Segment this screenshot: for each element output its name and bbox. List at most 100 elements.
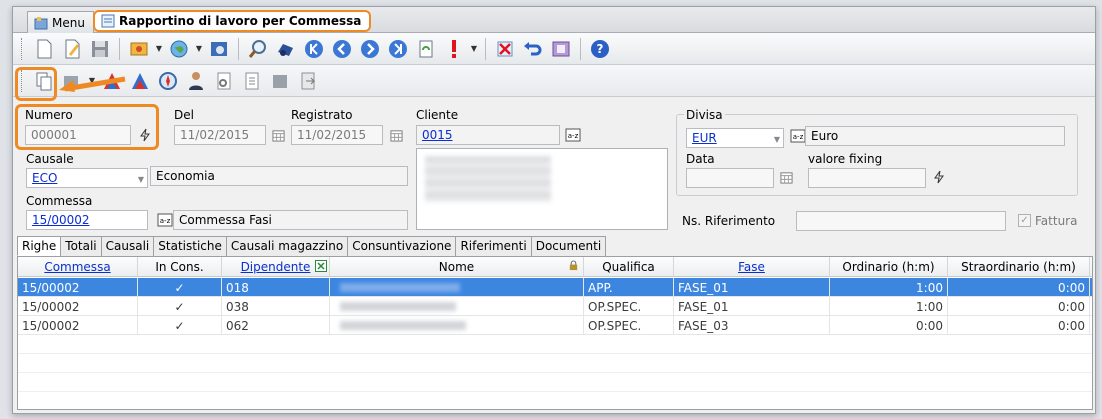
lookup-az-icon: a-z xyxy=(790,129,806,143)
toolbar-separator xyxy=(119,37,120,60)
alert-icon xyxy=(452,39,456,58)
causale-combo[interactable]: ECO ▼ xyxy=(26,168,148,188)
fattura-checkbox[interactable]: ✓ xyxy=(1018,214,1031,227)
header-form: Numero 000001 Del 11/02/2015 Registrato … xyxy=(13,104,1095,234)
compass-icon xyxy=(159,71,177,90)
refresh-button[interactable] xyxy=(414,37,438,61)
tab-totali[interactable]: Totali xyxy=(60,236,102,256)
col-incons-header[interactable]: In Cons. xyxy=(138,257,222,277)
binoculars-button[interactable] xyxy=(274,37,298,61)
col-straordinario-header[interactable]: Straordinario (h:m) xyxy=(948,257,1090,277)
cell-incons[interactable]: ✓ xyxy=(138,297,222,316)
edit-document-button[interactable] xyxy=(60,37,84,61)
nsrif-field[interactable] xyxy=(796,211,1006,231)
document-export-button[interactable] xyxy=(296,69,320,93)
first-record-button[interactable] xyxy=(302,37,326,61)
new-document-button[interactable] xyxy=(32,37,56,61)
tab-menu[interactable]: Menu xyxy=(27,11,94,33)
tab-consuntivazione[interactable]: Consuntivazione xyxy=(347,236,457,256)
previous-record-button[interactable] xyxy=(330,37,354,61)
table-row[interactable]: 15/00002 ✓ 062 OP.SPEC. FASE_03 0:00 0:0… xyxy=(18,316,1092,335)
tab-causali[interactable]: Causali xyxy=(100,236,155,256)
cell-dipendente: 038 xyxy=(222,297,330,316)
alert-button[interactable] xyxy=(442,37,466,61)
fixing-generate-button[interactable] xyxy=(929,167,949,187)
del-calendar-button[interactable] xyxy=(268,125,288,145)
data-calendar-button[interactable] xyxy=(776,167,796,187)
data-field[interactable] xyxy=(686,168,774,188)
cell-nome-redacted xyxy=(330,316,584,335)
col-commessa-header[interactable]: Commessa xyxy=(18,257,138,277)
commessa-code-field[interactable]: 15/00002 xyxy=(26,210,148,230)
chevron-down-icon[interactable]: ▼ xyxy=(774,135,780,144)
excel-icon[interactable] xyxy=(315,260,327,275)
cell-incons[interactable]: ✓ xyxy=(138,278,222,297)
table-row[interactable]: 15/00002 ✓ 038 OP.SPEC. FASE_01 1:00 0:0… xyxy=(18,297,1092,316)
detail-tabs: Righe Totali Causali Statistiche Causali… xyxy=(17,236,607,256)
del-date-field[interactable]: 11/02/2015 xyxy=(174,125,266,145)
col-dipendente-header[interactable]: Dipendente xyxy=(222,257,330,277)
delete-button[interactable] xyxy=(493,37,517,61)
registrato-date-field[interactable]: 11/02/2015 xyxy=(291,125,383,145)
next-record-button[interactable] xyxy=(358,37,382,61)
app-window: Menu Rapportino di lavoro per Commessa ▼… xyxy=(12,6,1096,414)
table-row[interactable]: 15/00002 ✓ 018 APP. FASE_01 1:00 0:00 xyxy=(18,278,1092,297)
svg-text:a-z: a-z xyxy=(568,132,579,140)
numero-generate-button[interactable] xyxy=(135,125,155,145)
document-search-button[interactable] xyxy=(212,69,236,93)
tab-righe[interactable]: Righe xyxy=(17,236,62,256)
tab-rapportino-label: Rapportino di lavoro per Commessa xyxy=(119,14,362,28)
col-ordinario-header[interactable]: Ordinario (h:m) xyxy=(830,257,948,277)
toolbar-grip[interactable] xyxy=(21,37,24,60)
numero-field[interactable]: 000001 xyxy=(25,125,131,145)
fixing-field[interactable] xyxy=(808,168,926,188)
cell-dipendente: 062 xyxy=(222,316,330,335)
last-record-icon xyxy=(389,39,407,58)
empty-row xyxy=(18,354,1092,373)
tab-menu-label: Menu xyxy=(52,15,85,30)
delete-icon xyxy=(497,41,513,56)
help-button[interactable]: ? xyxy=(588,37,612,61)
tab-rapportino[interactable]: Rapportino di lavoro per Commessa xyxy=(93,10,372,32)
puzzle-button[interactable] xyxy=(268,69,292,93)
commessa-lookup-button[interactable]: a-z xyxy=(155,210,175,230)
print-button[interactable] xyxy=(549,37,573,61)
save-button[interactable] xyxy=(88,37,112,61)
svg-text:?: ? xyxy=(597,42,604,56)
globe-dropdown-arrow[interactable]: ▼ xyxy=(195,44,203,53)
col-fase-header[interactable]: Fase xyxy=(674,257,830,277)
search-icon xyxy=(248,39,266,58)
registrato-calendar-button[interactable] xyxy=(386,125,406,145)
cell-incons[interactable]: ✓ xyxy=(138,316,222,335)
divisa-description: Euro xyxy=(805,126,1065,146)
lightning-icon xyxy=(140,128,150,142)
divisa-combo[interactable]: EUR ▼ xyxy=(686,128,784,148)
undo-button[interactable] xyxy=(521,37,545,61)
last-record-button[interactable] xyxy=(386,37,410,61)
tab-riferimenti[interactable]: Riferimenti xyxy=(455,236,532,256)
tab-causali-magazzino[interactable]: Causali magazzino xyxy=(225,236,349,256)
col-nome-header[interactable]: Nome xyxy=(330,257,584,277)
module-button[interactable] xyxy=(127,37,151,61)
chart-alt-button[interactable] xyxy=(128,69,152,93)
person-button[interactable] xyxy=(184,69,208,93)
search-button[interactable] xyxy=(246,37,270,61)
document-list-button[interactable] xyxy=(240,69,264,93)
chevron-down-icon[interactable]: ▼ xyxy=(138,175,144,184)
divisa-label: Divisa xyxy=(684,108,725,122)
tab-statistiche[interactable]: Statistiche xyxy=(153,236,227,256)
module-dropdown-icon xyxy=(130,42,148,55)
cell-qualifica: OP.SPEC. xyxy=(584,316,674,335)
globe-button[interactable] xyxy=(167,37,191,61)
col-qualifica-header[interactable]: Qualifica xyxy=(584,257,674,277)
more-dropdown-arrow[interactable]: ▼ xyxy=(470,44,478,53)
tab-documenti[interactable]: Documenti xyxy=(530,236,607,256)
compass-button[interactable] xyxy=(156,69,180,93)
module-dropdown-arrow[interactable]: ▼ xyxy=(155,44,163,53)
cliente-code-field[interactable]: 0015 xyxy=(416,125,560,145)
cliente-lookup-button[interactable]: a-z xyxy=(563,125,583,145)
toolbar-separator xyxy=(238,37,239,60)
settings-button[interactable] xyxy=(207,37,231,61)
previous-record-icon xyxy=(333,39,351,58)
cell-ordinario: 0:00 xyxy=(830,316,948,335)
